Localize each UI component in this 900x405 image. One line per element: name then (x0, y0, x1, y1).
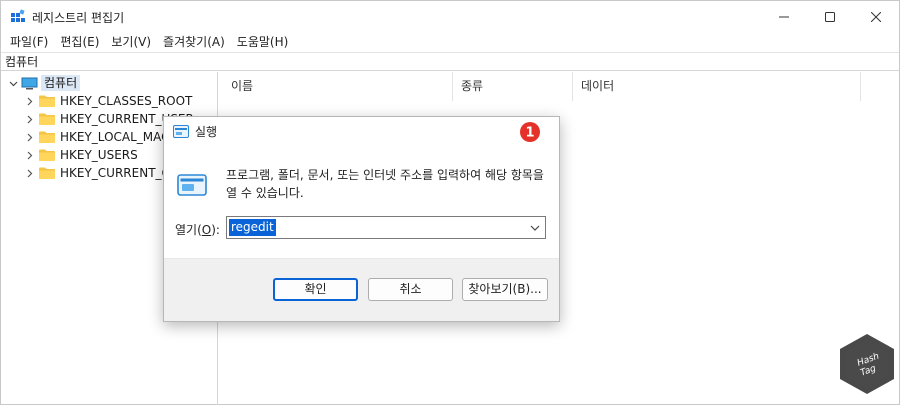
maximize-icon (825, 11, 835, 22)
chevron-right-icon[interactable] (23, 146, 35, 164)
tree-item-label: HKEY_USERS (60, 148, 138, 162)
folder-icon (39, 167, 55, 179)
minimize-icon (779, 16, 789, 17)
step-marker-number: 1 (525, 126, 534, 141)
menu-favorites[interactable]: 즐겨찾기(A) (158, 32, 230, 52)
chevron-right-icon[interactable] (23, 110, 35, 128)
tree-item-label: HKEY_CLASSES_ROOT (60, 94, 193, 108)
address-bar[interactable]: 컴퓨터 (1, 52, 899, 71)
hashtag-watermark: Hash Tag (840, 334, 894, 394)
browse-button[interactable]: 찾아보기(B)... (462, 278, 548, 301)
maximize-button[interactable] (807, 1, 853, 32)
column-header-type[interactable]: 종류 (453, 72, 573, 101)
chevron-right-icon[interactable] (23, 92, 35, 110)
folder-icon (39, 149, 55, 161)
folder-icon (39, 113, 55, 125)
menu-bar: 파일(F) 편집(E) 보기(V) 즐겨찾기(A) 도움말(H) (1, 32, 899, 52)
chevron-right-icon[interactable] (23, 164, 35, 182)
address-path: 컴퓨터 (5, 55, 39, 69)
run-icon (173, 125, 189, 138)
column-header-data[interactable]: 데이터 (573, 72, 861, 101)
run-dialog: 실행 프로그램, 폴더, 문서, 또는 인터넷 주소를 입력하여 해당 항목을 … (163, 116, 560, 322)
menu-view[interactable]: 보기(V) (106, 32, 156, 52)
folder-icon (39, 95, 55, 107)
menu-edit[interactable]: 편집(E) (55, 32, 104, 52)
minimize-button[interactable] (761, 1, 807, 32)
run-dialog-footer: 확인 취소 찾아보기(B)... (164, 258, 559, 321)
open-input-value[interactable]: regedit (229, 219, 276, 236)
menu-file[interactable]: 파일(F) (5, 32, 53, 52)
open-combobox[interactable]: regedit (226, 216, 546, 239)
close-button[interactable] (853, 1, 899, 32)
column-header-name[interactable]: 이름 (223, 72, 453, 101)
step-marker: 1 (520, 122, 540, 142)
chevron-down-icon[interactable] (7, 74, 19, 92)
ok-button[interactable]: 확인 (273, 278, 358, 301)
title-bar[interactable]: 레지스트리 편집기 (1, 1, 899, 32)
menu-help[interactable]: 도움말(H) (232, 32, 294, 52)
run-dialog-body: 실행 프로그램, 폴더, 문서, 또는 인터넷 주소를 입력하여 해당 항목을 … (164, 117, 559, 258)
cancel-button[interactable]: 취소 (368, 278, 453, 301)
open-label: 열기(O): (175, 223, 220, 237)
chevron-right-icon[interactable] (23, 128, 35, 146)
computer-icon (21, 77, 38, 89)
window-title: 레지스트리 편집기 (32, 11, 125, 25)
folder-icon (39, 131, 55, 143)
tree-item-label: 컴퓨터 (41, 75, 81, 91)
close-icon (871, 11, 881, 22)
chevron-down-icon[interactable] (529, 221, 541, 235)
run-dialog-description: 프로그램, 폴더, 문서, 또는 인터넷 주소를 입력하여 해당 항목을 열 수… (226, 168, 544, 200)
tree-item-computer[interactable]: 컴퓨터 (7, 74, 217, 92)
run-program-icon (177, 174, 207, 196)
tree-item-hkey-classes-root[interactable]: HKEY_CLASSES_ROOT (23, 92, 217, 110)
run-dialog-title: 실행 (195, 125, 218, 139)
registry-editor-icon (11, 9, 25, 22)
